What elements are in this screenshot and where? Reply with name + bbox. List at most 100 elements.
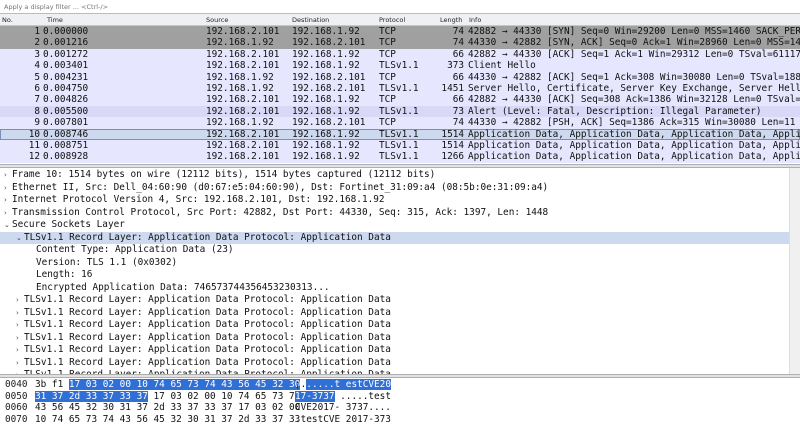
packet-time: 0.001272: [43, 48, 89, 60]
packet-row[interactable]: 1 0.000000 192.168.2.101 192.168.1.92 TCP 74 4…: [0, 26, 800, 38]
expand-arrow-icon[interactable]: ›: [4, 169, 7, 182]
ascii-plain: .testCVE 2017-373: [295, 413, 391, 425]
detail-text: TLSv1.1 Record Layer: Application Data P…: [24, 306, 391, 318]
packet-protocol: TLSv1.1: [379, 83, 419, 94]
expand-arrow-icon[interactable]: ›: [16, 319, 19, 332]
packet-time: 0.000000: [43, 26, 89, 37]
detail-tree-item[interactable]: › TLSv1.1 Record Layer: Application Data …: [0, 344, 800, 357]
packet-destination: 192.168.1.92: [292, 140, 360, 151]
packet-row[interactable]: 7 0.004826 192.168.2.101 192.168.1.92 TCP 66 4…: [0, 94, 800, 106]
display-filter-input[interactable]: [4, 1, 784, 12]
ascii-plain: .....test: [334, 390, 391, 402]
expand-arrow-icon[interactable]: ›: [16, 307, 19, 320]
packet-source: 192.168.2.101: [206, 151, 280, 163]
packet-length: 373: [447, 60, 464, 72]
packet-no: 1: [34, 26, 40, 37]
packet-protocol: TCP: [379, 26, 396, 37]
expand-arrow-icon[interactable]: ›: [16, 344, 19, 357]
packet-protocol: TLSv1.1: [379, 140, 419, 151]
column-header-info[interactable]: Info: [469, 16, 481, 24]
detail-tree-item[interactable]: › TLSv1.1 Record Layer: Application Data …: [0, 307, 800, 320]
expand-arrow-icon[interactable]: ›: [16, 357, 19, 370]
detail-tree-item[interactable]: Length: 16: [0, 269, 800, 282]
ascii-selected: 17-3737: [295, 390, 335, 402]
packet-info: 44330 → 42882 [ACK] Seq=1 Ack=308 Win=30…: [468, 71, 800, 83]
packet-time: 0.004826: [43, 94, 89, 106]
detail-tree-item[interactable]: › Transmission Control Protocol, Src Port…: [0, 207, 800, 220]
column-header-time[interactable]: Time: [47, 16, 63, 24]
packet-row[interactable]: 4 0.003401 192.168.2.101 192.168.1.92 TLSv1.…: [0, 60, 800, 72]
packet-length: 74: [452, 37, 464, 49]
column-header-source[interactable]: Source: [206, 16, 228, 24]
hex-row[interactable]: 0050 31 37 2d 33 37 33 37 17 03 02 00 10 …: [0, 390, 800, 403]
detail-tree-item[interactable]: ⌄ TLSv1.1 Record Layer: Application Data …: [0, 231, 800, 245]
expand-arrow-icon[interactable]: ›: [4, 194, 7, 207]
packet-row[interactable]: 8 0.005500 192.168.2.101 192.168.1.92 TLSv1.…: [0, 105, 800, 118]
hex-bytes-plain: 17 03 02 00 10 74 65 73 74: [147, 390, 301, 402]
packet-row[interactable]: 5 0.004231 192.168.1.92 192.168.2.101 TCP 66 4…: [0, 71, 800, 83]
packet-source: 192.168.2.101: [206, 94, 280, 106]
packet-source: 192.168.2.101: [206, 128, 280, 140]
packet-time: 0.004750: [43, 83, 89, 94]
packet-row[interactable]: 6 0.004750 192.168.1.92 192.168.2.101 TLSv1.…: [0, 83, 800, 95]
packet-length: 66: [452, 48, 464, 60]
column-header-length[interactable]: Length: [440, 16, 462, 24]
packet-info: Application Data, Application Data, Appl…: [468, 140, 800, 151]
packet-length: 1514: [441, 140, 464, 151]
detail-tree-item[interactable]: Version: TLS 1.1 (0x0302): [0, 257, 800, 270]
expand-arrow-icon[interactable]: ›: [16, 332, 19, 345]
packet-row[interactable]: 12 0.008928 192.168.2.101 192.168.1.92 TLSv1…: [0, 151, 800, 163]
hex-row[interactable]: 0040 3b f1 17 03 02 00 10 74 65 73 74 43 …: [0, 379, 800, 391]
packet-time: 0.003401: [43, 60, 89, 72]
packet-protocol: TCP: [379, 71, 396, 83]
packet-length: 1514: [441, 128, 464, 140]
packet-time: 0.007801: [43, 117, 89, 129]
detail-tree-item[interactable]: › TLSv1.1 Record Layer: Application Data …: [0, 357, 800, 370]
detail-tree-item[interactable]: › TLSv1.1 Record Layer: Application Data …: [0, 332, 800, 345]
details-scrollbar[interactable]: [789, 168, 800, 374]
expand-arrow-icon[interactable]: ›: [4, 207, 7, 220]
detail-tree-item[interactable]: › TLSv1.1 Record Layer: Application Data …: [0, 294, 800, 307]
detail-tree-item[interactable]: ⌄ Secure Sockets Layer: [0, 219, 800, 232]
packet-row[interactable]: 3 0.001272 192.168.2.101 192.168.1.92 TCP 66 4…: [0, 48, 800, 61]
detail-text: TLSv1.1 Record Layer: Application Data P…: [24, 294, 391, 305]
hex-offset: 0070: [5, 413, 28, 425]
detail-text: Content Type: Application Data (23): [36, 244, 234, 255]
detail-text: TLSv1.1 Record Layer: Application Data P…: [24, 331, 391, 343]
packet-details-pane: › Frame 10: 1514 bytes on wire (12112 bit…: [0, 168, 800, 374]
detail-tree-item[interactable]: › Ethernet II, Src: Dell_04:60:90 (d0:67:…: [0, 182, 800, 195]
detail-tree-item[interactable]: Content Type: Application Data (23): [0, 244, 800, 257]
packet-source: 192.168.2.101: [206, 26, 280, 37]
hex-ascii: CVE2017- 3737....: [295, 402, 391, 414]
hex-bytes-plain: 43 56 45 32 30 31 37 2d 33 37 33 37 17 0…: [35, 402, 301, 414]
packet-destination: 192.168.1.92: [292, 60, 360, 72]
detail-tree-item[interactable]: › TLSv1.1 Record Layer: Application Data …: [0, 319, 800, 332]
packet-row[interactable]: 9 0.007801 192.168.1.92 192.168.2.101 TCP 74 4…: [0, 117, 800, 129]
column-header-no[interactable]: No.: [2, 16, 13, 24]
packet-row[interactable]: 11 0.008751 192.168.2.101 192.168.1.92 TLSv1…: [0, 140, 800, 152]
column-header-protocol[interactable]: Protocol: [379, 16, 405, 24]
expand-arrow-icon[interactable]: ›: [16, 294, 19, 307]
packet-protocol: TCP: [379, 117, 396, 129]
collapse-arrow-icon[interactable]: ⌄: [4, 219, 10, 232]
hex-row[interactable]: 0060 43 56 45 32 30 31 37 2d 33 37 33 37 …: [0, 402, 800, 414]
hex-ascii: .testCVE 2017-373: [295, 414, 391, 425]
detail-tree-item[interactable]: › Internet Protocol Version 4, Src: 192.1…: [0, 194, 800, 207]
packet-length: 73: [452, 105, 464, 117]
packet-row[interactable]: 10 0.008746 192.168.2.101 192.168.1.92 TLSv1…: [0, 128, 800, 140]
packet-no: 10: [28, 128, 40, 140]
packet-no: 4: [34, 60, 40, 72]
hex-offset: 0040: [5, 379, 28, 390]
expand-arrow-icon[interactable]: ›: [4, 182, 7, 195]
collapse-arrow-icon[interactable]: ⌄: [16, 232, 22, 245]
display-filter-bar: [0, 0, 800, 14]
detail-tree-item[interactable]: Encrypted Application Data: 746573744356…: [0, 282, 800, 295]
packet-destination: 192.168.2.101: [292, 117, 366, 129]
packet-protocol: TLSv1.1: [379, 151, 419, 163]
packet-info: Application Data, Application Data, Appl…: [468, 128, 800, 140]
hex-bytes-selected: 31 37 2d 33 37 33 37: [35, 390, 148, 402]
packet-row[interactable]: 2 0.001216 192.168.1.92 192.168.2.101 TCP 74 4…: [0, 37, 800, 49]
detail-tree-item[interactable]: › Frame 10: 1514 bytes on wire (12112 bit…: [0, 169, 800, 182]
hex-row[interactable]: 0070 10 74 65 73 74 43 56 45 32 30 31 37 …: [0, 414, 800, 425]
column-header-destination[interactable]: Destination: [292, 16, 329, 24]
